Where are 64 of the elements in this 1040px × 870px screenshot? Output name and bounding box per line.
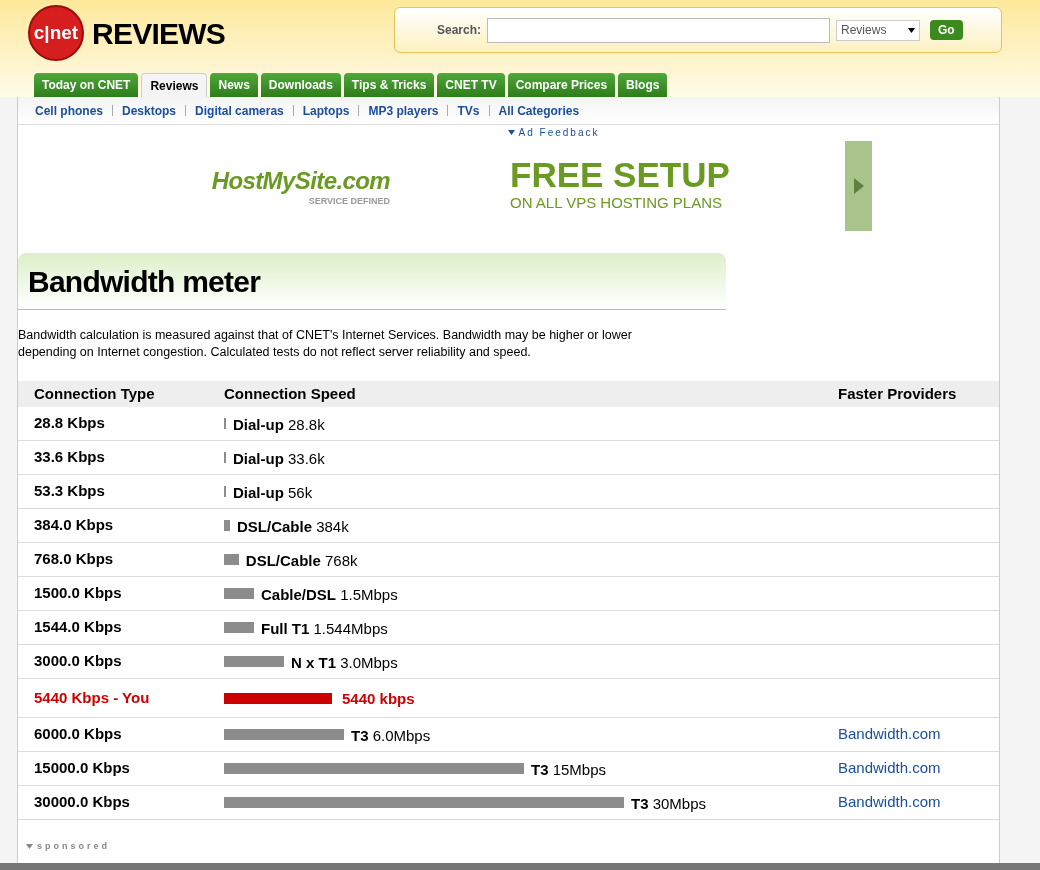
connection-type-cell-text: 5440 Kbps - You xyxy=(34,687,151,708)
sponsored-label: sponsored xyxy=(37,839,110,853)
nav-tab[interactable]: News xyxy=(210,73,258,97)
speed-label: Dial-up 33.6k xyxy=(233,448,325,469)
provider-link[interactable]: Bandwidth.com xyxy=(838,723,999,746)
connection-type-cell-text: 384.0 Kbps xyxy=(34,515,115,536)
provider-link[interactable]: Bandwidth.com xyxy=(838,757,999,780)
ad-feedback-link[interactable]: Ad Feedback xyxy=(518,125,600,140)
search-label: Search: xyxy=(437,22,482,39)
ad-headline: FREE SETUP xyxy=(510,157,730,193)
connection-type-cell-text: 768.0 Kbps xyxy=(34,549,115,570)
category-link[interactable]: Cell phones xyxy=(35,101,103,120)
go-button[interactable]: Go xyxy=(930,20,963,40)
speed-label: DSL/Cable 768k xyxy=(245,550,358,571)
ad-tagline: SERVICE DEFINED xyxy=(308,195,390,209)
caret-icon xyxy=(507,130,515,135)
category-link[interactable]: All Categories xyxy=(498,101,580,120)
nav-tab[interactable]: Today on CNET xyxy=(34,73,139,97)
column-header: Faster Providers xyxy=(838,383,958,404)
nav-tab[interactable]: Reviews xyxy=(141,73,208,97)
column-header: Connection Speed xyxy=(224,383,357,404)
speed-label: DSL/Cable 384k xyxy=(237,516,349,537)
speed-label: Dial-up 56k xyxy=(233,482,313,503)
logo[interactable]: c|net xyxy=(28,5,84,61)
nav-tab[interactable]: Tips & Tricks xyxy=(343,73,435,97)
ad-subline: ON ALL VPS HOSTING PLANS xyxy=(510,193,723,214)
category-link[interactable]: Laptops xyxy=(302,101,350,120)
speed-label: T3 15Mbps xyxy=(531,759,607,780)
connection-type-cell-text: 28.8 Kbps xyxy=(34,413,106,434)
speed-label: Dial-up 28.8k xyxy=(233,414,325,435)
search-field[interactable] xyxy=(487,17,831,43)
category-link[interactable]: Digital cameras xyxy=(195,101,284,120)
page-title: Bandwidth meter xyxy=(28,263,261,300)
connection-type-cell-text: 1500.0 Kbps xyxy=(34,583,123,604)
category-link[interactable]: Desktops xyxy=(122,101,177,120)
description-text: Bandwidth calculation is measured against that of CNET's Internet Services. Bandwidth may be higher or lower depending on Internet congestion. Calculated tests do not reflect server reliability and speed. xyxy=(18,327,633,361)
column-header: Connection Type xyxy=(34,383,156,404)
section-title: REVIEWS xyxy=(92,15,226,52)
category-link[interactable]: TVs xyxy=(457,101,480,120)
category-link[interactable]: MP3 players xyxy=(368,101,439,120)
nav-tab[interactable]: Compare Prices xyxy=(507,73,616,97)
speed-label: 5440 kbps xyxy=(342,689,415,709)
arrow-icon xyxy=(853,178,864,194)
speed-label: T3 6.0Mbps xyxy=(351,725,431,746)
caret-icon xyxy=(26,843,33,849)
scope-dropdown[interactable]: Reviews xyxy=(836,19,921,41)
speed-label: T3 30Mbps xyxy=(631,793,707,814)
connection-type-cell-text: 53.3 Kbps xyxy=(34,481,106,502)
speed-label: Cable/DSL 1.5Mbps xyxy=(261,584,398,605)
ad-next-button[interactable] xyxy=(845,141,872,231)
connection-type-cell-text: 33.6 Kbps xyxy=(34,447,106,468)
connection-type-cell-text: 1544.0 Kbps xyxy=(34,617,123,638)
speed-label: Full T1 1.544Mbps xyxy=(261,618,388,639)
provider-link[interactable]: Bandwidth.com xyxy=(838,791,999,814)
caret-icon xyxy=(908,27,916,33)
nav-tab[interactable]: CNET TV xyxy=(437,73,505,97)
connection-type-cell-text: 6000.0 Kbps xyxy=(34,724,123,745)
connection-type-cell-text: 15000.0 Kbps xyxy=(34,758,131,779)
connection-type-cell-text: 30000.0 Kbps xyxy=(34,792,131,813)
speed-label: N x T1 3.0Mbps xyxy=(291,652,398,673)
ad-brand: HostMySite.com xyxy=(211,166,390,197)
nav-tab[interactable]: Blogs xyxy=(618,73,668,97)
nav-tab[interactable]: Downloads xyxy=(260,73,341,97)
connection-type-cell-text: 3000.0 Kbps xyxy=(34,651,123,672)
